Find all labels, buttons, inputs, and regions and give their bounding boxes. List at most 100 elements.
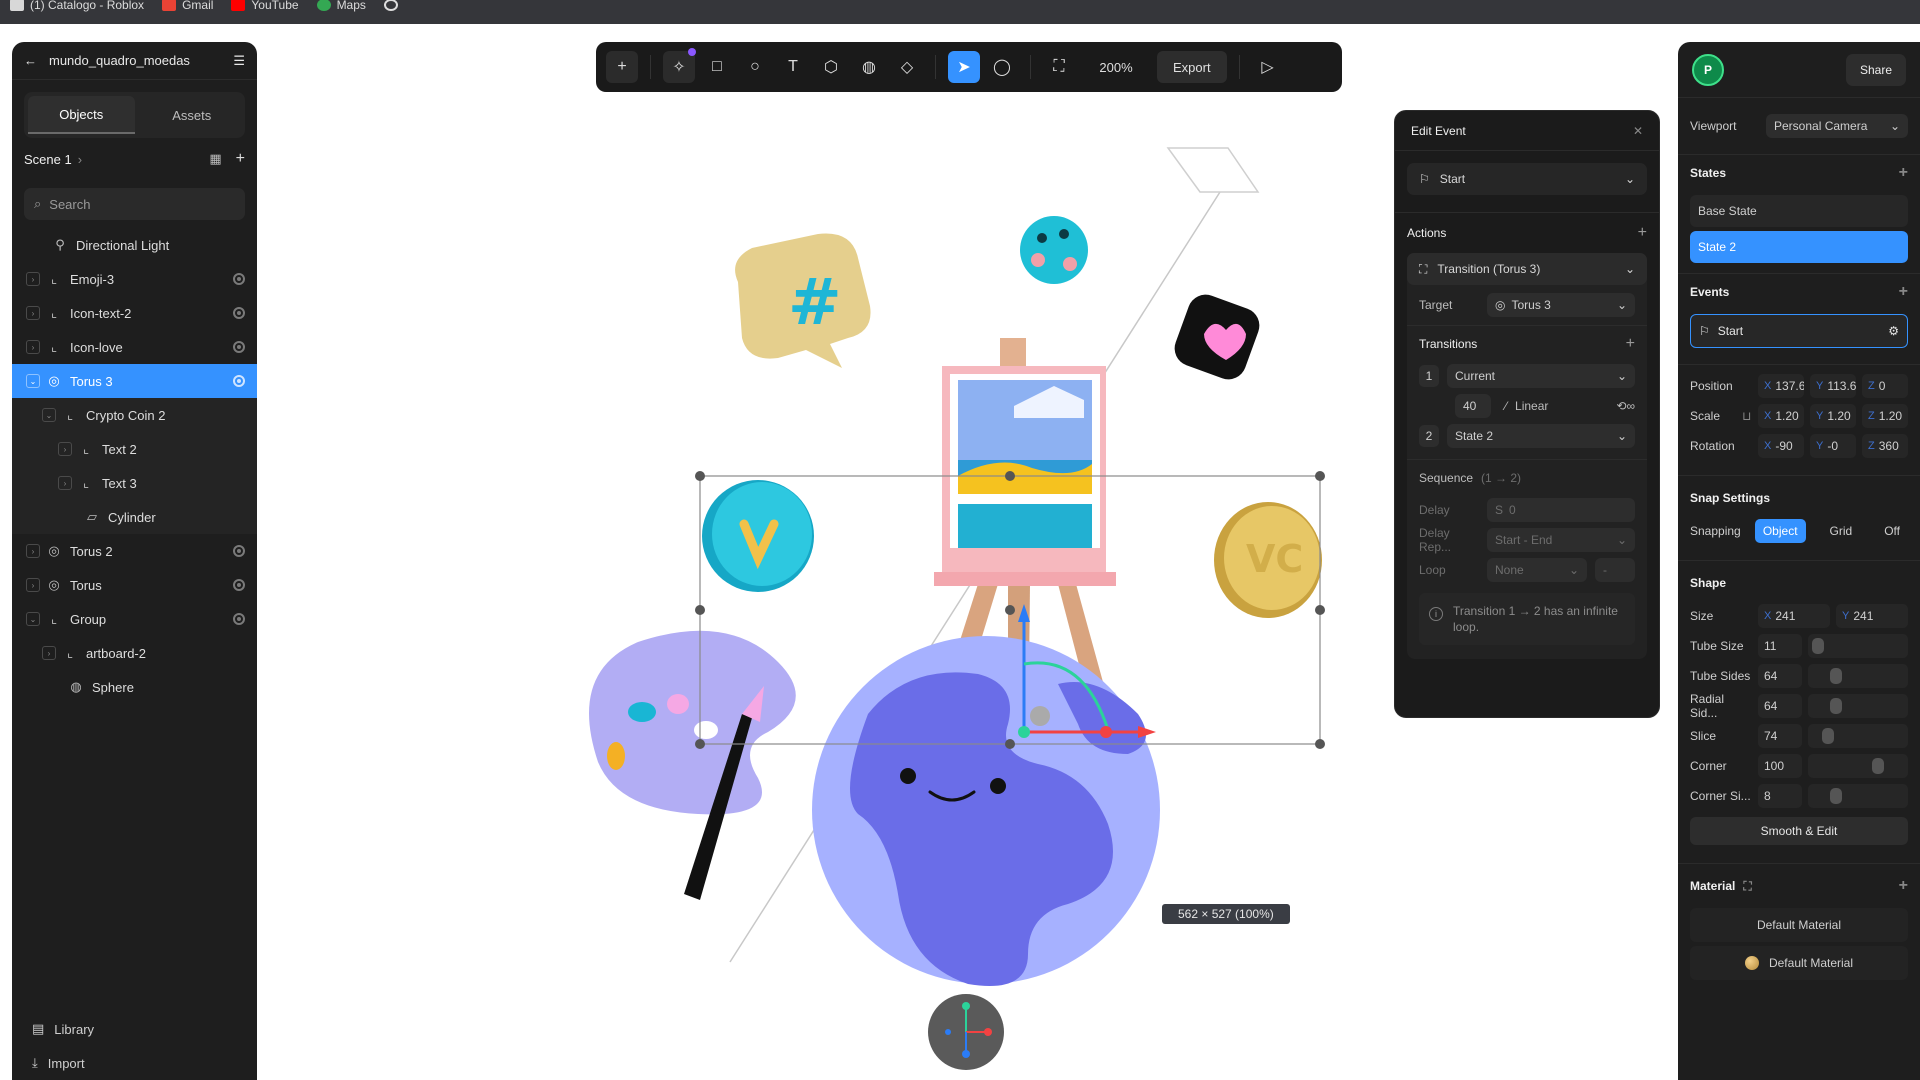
position-x[interactable]: X137.65 — [1758, 374, 1804, 398]
add-event-icon[interactable]: + — [1899, 283, 1908, 301]
sphere-tool[interactable]: ◍ — [853, 51, 885, 83]
rotation-y[interactable]: Y -0 — [1810, 434, 1856, 458]
gold-coin-object[interactable]: VC — [1214, 502, 1322, 618]
bookmark-globe[interactable] — [383, 0, 398, 11]
tube-size-input[interactable]: 11 — [1758, 634, 1802, 658]
back-arrow-icon[interactable]: ← — [24, 53, 37, 68]
slice-slider[interactable] — [1808, 724, 1908, 748]
visibility-icon[interactable] — [233, 375, 245, 387]
slider-knob[interactable] — [1830, 698, 1842, 714]
radial-sides-slider[interactable] — [1808, 694, 1908, 718]
sphere-globe-object[interactable] — [812, 636, 1160, 986]
position-y[interactable]: Y113.64 — [1810, 374, 1856, 398]
visibility-icon[interactable] — [233, 307, 245, 319]
scene-selector[interactable]: Scene 1 › ▦ + — [12, 138, 257, 180]
corner-size-input[interactable]: 8 — [1758, 784, 1802, 808]
transition-state-select[interactable]: State 2 ⌄ — [1447, 424, 1635, 448]
add-scene-icon[interactable]: + — [236, 150, 245, 168]
expand-icon[interactable]: › — [26, 272, 40, 286]
add-transition-icon[interactable]: + — [1626, 335, 1635, 353]
collapse-icon[interactable]: ⌄ — [26, 374, 40, 388]
material-item[interactable]: Default Material — [1690, 946, 1908, 980]
layer-item[interactable]: › ⌞ artboard-2 — [12, 636, 257, 670]
add-state-icon[interactable]: + — [1899, 164, 1908, 182]
layer-item[interactable]: › ◎ Torus — [12, 568, 257, 602]
expand-icon[interactable]: › — [58, 476, 72, 490]
position-z[interactable]: Z0 — [1862, 374, 1908, 398]
slider-knob[interactable] — [1830, 668, 1842, 684]
loop-icon[interactable]: ⟲∞ — [1616, 399, 1635, 413]
grid-view-icon[interactable]: ▦ — [209, 151, 221, 167]
corner-slider[interactable] — [1808, 754, 1908, 778]
material-tool[interactable]: ◇ — [891, 51, 923, 83]
layer-item[interactable]: › ⌞ Icon-love — [12, 330, 257, 364]
close-icon[interactable]: ✕ — [1633, 124, 1643, 138]
scale-x[interactable]: X 1.20 — [1758, 404, 1804, 428]
bookmark-maps[interactable]: Maps — [316, 0, 366, 12]
layer-item[interactable]: › ◎ Torus 2 — [12, 534, 257, 568]
collapse-icon[interactable]: ⌄ — [26, 612, 40, 626]
settings-icon[interactable]: ⚙ — [1888, 324, 1899, 338]
export-button[interactable]: Export — [1157, 51, 1227, 83]
snap-grid[interactable]: Grid — [1822, 519, 1861, 543]
layer-item[interactable]: › ⌞ Emoji-3 — [12, 262, 257, 296]
layer-item[interactable]: › ⌞ Icon-text-2 — [12, 296, 257, 330]
state-2[interactable]: State 2 — [1690, 231, 1908, 263]
expand-icon[interactable]: › — [26, 578, 40, 592]
bookmark-gmail[interactable]: Gmail — [162, 0, 213, 12]
snap-off[interactable]: Off — [1876, 519, 1908, 543]
expand-icon[interactable]: › — [42, 646, 56, 660]
layer-item[interactable]: ◍ Sphere — [12, 670, 257, 704]
snap-object[interactable]: Object — [1754, 519, 1806, 543]
easing-select[interactable]: Linear — [1515, 399, 1548, 413]
tube-size-slider[interactable] — [1808, 634, 1908, 658]
share-button[interactable]: Share — [1845, 53, 1906, 86]
delay-repeat-select[interactable]: Start - End ⌄ — [1487, 528, 1635, 552]
tab-objects[interactable]: Objects — [28, 96, 135, 134]
action-select[interactable]: ⛶ Transition (Torus 3) ⌄ — [1407, 253, 1647, 285]
expand-icon[interactable]: › — [26, 306, 40, 320]
shapes-tool[interactable]: ⬡ — [815, 51, 847, 83]
ellipse-tool[interactable]: ○ — [739, 51, 771, 83]
event-start[interactable]: ⚐ Start ⚙ — [1690, 314, 1908, 348]
slider-knob[interactable] — [1872, 758, 1884, 774]
add-material-icon[interactable]: + — [1899, 877, 1908, 895]
viewport-select[interactable]: Personal Camera ⌄ — [1766, 114, 1908, 138]
loop-count-input[interactable]: - — [1595, 558, 1635, 582]
crypto-coin-2-object[interactable] — [702, 480, 814, 592]
layer-item[interactable]: ⌄ ⌞ Crypto Coin 2 — [12, 398, 257, 432]
tube-sides-input[interactable]: 64 — [1758, 664, 1802, 688]
expand-icon[interactable]: › — [58, 442, 72, 456]
lock-icon[interactable]: ⊔ — [1742, 409, 1752, 423]
rotation-x[interactable]: X -90 — [1758, 434, 1804, 458]
corner-size-slider[interactable] — [1808, 784, 1908, 808]
slider-knob[interactable] — [1812, 638, 1824, 654]
scale-z[interactable]: Z 1.20 — [1862, 404, 1908, 428]
axis-navigator[interactable] — [928, 994, 1004, 1070]
layer-item[interactable]: ⌄ ⌞ Group — [12, 602, 257, 636]
zoom-level[interactable]: 200% — [1081, 60, 1151, 75]
expand-icon[interactable]: › — [26, 544, 40, 558]
tab-assets[interactable]: Assets — [139, 92, 246, 138]
delay-input[interactable]: S0 — [1487, 498, 1635, 522]
layer-item[interactable]: ▱ Cylinder — [12, 500, 257, 534]
bookmark-youtube[interactable]: YouTube — [231, 0, 299, 12]
play-button[interactable]: ▷ — [1252, 51, 1284, 83]
visibility-icon[interactable] — [233, 613, 245, 625]
expand-icon[interactable]: ⛶ — [1743, 879, 1751, 894]
layer-item[interactable]: ⚲ Directional Light — [12, 228, 257, 262]
icon-text-2-object[interactable]: # — [735, 233, 871, 369]
size-x[interactable]: X 241 — [1758, 604, 1830, 628]
duration-input[interactable]: 40 — [1455, 394, 1491, 418]
search-input[interactable]: Search — [49, 197, 90, 212]
layer-item[interactable]: › ⌞ Text 3 — [12, 466, 257, 500]
avatar[interactable]: P — [1692, 53, 1724, 86]
import-button[interactable]: ⤓ Import — [12, 1046, 257, 1080]
collapse-icon[interactable]: ⌄ — [42, 408, 56, 422]
layer-item[interactable]: › ⌞ Text 2 — [12, 432, 257, 466]
smooth-edit-button[interactable]: Smooth & Edit — [1690, 817, 1908, 845]
slider-knob[interactable] — [1830, 788, 1842, 804]
layer-item-selected[interactable]: ⌄ ◎ Torus 3 — [12, 364, 257, 398]
state-base[interactable]: Base State — [1690, 195, 1908, 227]
visibility-icon[interactable] — [233, 273, 245, 285]
